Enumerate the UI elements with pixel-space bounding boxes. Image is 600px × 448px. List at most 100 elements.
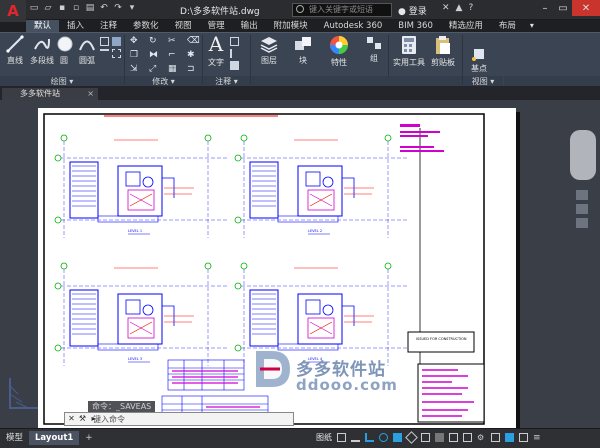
- help-icon[interactable]: ?: [468, 3, 473, 13]
- table-icon[interactable]: [230, 61, 239, 70]
- isolate-icon[interactable]: [519, 433, 528, 442]
- utilities-button[interactable]: 实用工具: [392, 35, 426, 68]
- open-folder-icon[interactable]: ▱: [42, 2, 54, 14]
- mirror-icon[interactable]: ⧓: [149, 51, 158, 60]
- polyline-button[interactable]: 多段线: [30, 35, 54, 66]
- workspace-gear-icon[interactable]: ⚙: [477, 433, 486, 442]
- ribbon-tab[interactable]: 管理: [200, 20, 233, 32]
- ribbon-tab[interactable]: 参数化: [125, 20, 167, 32]
- draw-small-tools: [100, 37, 121, 58]
- file-tab[interactable]: 多多软件站 ×: [2, 88, 98, 100]
- ribbon-tab[interactable]: 输出: [233, 20, 266, 32]
- model-tab[interactable]: 模型: [0, 431, 29, 445]
- application-menu-button[interactable]: A: [0, 0, 26, 22]
- account-icon[interactable]: ▲: [456, 3, 463, 13]
- hatch-icon[interactable]: [112, 37, 121, 46]
- zoom-icon[interactable]: [576, 204, 588, 214]
- trim-icon[interactable]: ✂: [168, 37, 177, 46]
- minimize-icon[interactable]: –: [536, 0, 554, 16]
- ribbon-tab[interactable]: 附加模块: [266, 20, 316, 32]
- close-command-icon[interactable]: ✕: [67, 414, 76, 424]
- redo-icon[interactable]: ↷: [112, 2, 124, 14]
- snap-icon[interactable]: [351, 433, 360, 442]
- undo-icon[interactable]: ↶: [98, 2, 110, 14]
- ribbon-tab[interactable]: 视图: [167, 20, 200, 32]
- save-icon[interactable]: ▪: [56, 2, 68, 14]
- floorplan-level: LEVEL 1: [54, 134, 228, 238]
- file-tab-bar: 多多软件站 ×: [0, 86, 600, 100]
- clipboard-button[interactable]: 剪贴板: [430, 35, 456, 68]
- ribbon-tab[interactable]: BIM 360: [390, 20, 441, 32]
- customize-icon[interactable]: ≡: [533, 433, 542, 443]
- close-icon[interactable]: ✕: [572, 0, 600, 16]
- ribbon-tab[interactable]: 精选应用: [441, 20, 491, 32]
- new-file-icon[interactable]: ▭: [28, 2, 40, 14]
- spline-icon[interactable]: [100, 49, 109, 58]
- ribbon-tab[interactable]: Autodesk 360: [316, 20, 391, 32]
- line-button[interactable]: 直线: [4, 35, 26, 66]
- dimension-icon[interactable]: [230, 37, 239, 46]
- wrench-icon[interactable]: ⚒: [78, 414, 87, 424]
- ribbon-tab[interactable]: 插入: [59, 20, 92, 32]
- offset-icon[interactable]: ⊐: [187, 65, 196, 74]
- grid-icon[interactable]: [337, 433, 346, 442]
- arc-button[interactable]: 圆弧: [78, 35, 96, 66]
- fillet-icon[interactable]: ⌐: [168, 51, 177, 60]
- ribbon-tab[interactable]: 注释: [92, 20, 125, 32]
- array-icon[interactable]: ▦: [168, 65, 177, 74]
- paper-space-label[interactable]: 图纸: [316, 432, 332, 443]
- properties-button[interactable]: 特性: [326, 35, 352, 68]
- quick-properties-icon[interactable]: [505, 433, 514, 442]
- explode-icon[interactable]: ✱: [187, 51, 196, 60]
- lineweight-icon[interactable]: [421, 433, 430, 442]
- polar-icon[interactable]: [379, 433, 388, 442]
- ribbon-tab[interactable]: 默认: [26, 20, 60, 32]
- orbit-icon[interactable]: [576, 218, 588, 228]
- copy-icon[interactable]: ❐: [130, 51, 139, 60]
- login-button[interactable]: ● 登录: [398, 4, 427, 17]
- text-icon: A: [208, 32, 224, 56]
- ribbon-tab-more[interactable]: ▾: [524, 20, 540, 32]
- osnap-icon[interactable]: [393, 433, 402, 442]
- view-cube-navigation-wheel[interactable]: [570, 130, 596, 180]
- pan-icon[interactable]: [576, 190, 588, 200]
- boundary-icon[interactable]: [112, 49, 121, 58]
- erase-icon[interactable]: ⌫: [187, 37, 200, 46]
- login-label: 登录: [408, 7, 427, 17]
- move-icon[interactable]: ✥: [130, 37, 139, 46]
- rectangle-icon[interactable]: [100, 37, 109, 46]
- annotation-scale-icon[interactable]: [463, 433, 472, 442]
- text-label: 文字: [208, 58, 224, 67]
- command-placeholder: 键入命令: [93, 415, 125, 424]
- layer-button[interactable]: 图层: [256, 35, 282, 66]
- circle-button[interactable]: 圆: [56, 35, 73, 66]
- leader-icon[interactable]: [230, 49, 239, 58]
- add-layout-button[interactable]: +: [79, 431, 98, 445]
- otrack-icon[interactable]: [405, 431, 418, 444]
- stretch-icon[interactable]: ⇲: [130, 65, 139, 74]
- maximize-icon[interactable]: ▭: [554, 0, 572, 16]
- drawing-workspace[interactable]: LEVEL 1 LEVEL 2 LEVEL 3 LEVEL 4 ISSUED FOR …: [0, 100, 600, 428]
- watermark-d-icon: [256, 351, 290, 387]
- block-button[interactable]: 块: [292, 35, 314, 66]
- group-button[interactable]: 组: [364, 35, 384, 64]
- watermark-logo: [250, 347, 294, 394]
- layout1-tab[interactable]: Layout1: [29, 431, 80, 445]
- ortho-icon[interactable]: [365, 433, 374, 442]
- ribbon-tab[interactable]: 布局: [491, 20, 524, 32]
- dropdown-icon[interactable]: ▾: [126, 2, 138, 14]
- command-input[interactable]: ✕ ⚒ ▸ 键入命令: [64, 412, 294, 426]
- print-icon[interactable]: ▤: [84, 2, 96, 14]
- rotate-icon[interactable]: ↻: [149, 37, 158, 46]
- save-as-icon[interactable]: ▫: [70, 2, 82, 14]
- exchange-icon[interactable]: ✕: [442, 3, 450, 13]
- transparency-icon[interactable]: [435, 433, 444, 442]
- scale-icon[interactable]: ⤢: [149, 65, 158, 74]
- basepoint-button[interactable]: 基点: [468, 47, 490, 74]
- selection-cycling-icon[interactable]: [449, 433, 458, 442]
- search-input[interactable]: 键入关键字或短语: [292, 3, 392, 17]
- units-icon[interactable]: [491, 433, 500, 442]
- arc-icon: [79, 40, 95, 51]
- text-button[interactable]: A 文字: [206, 33, 226, 68]
- close-tab-icon[interactable]: ×: [87, 88, 94, 100]
